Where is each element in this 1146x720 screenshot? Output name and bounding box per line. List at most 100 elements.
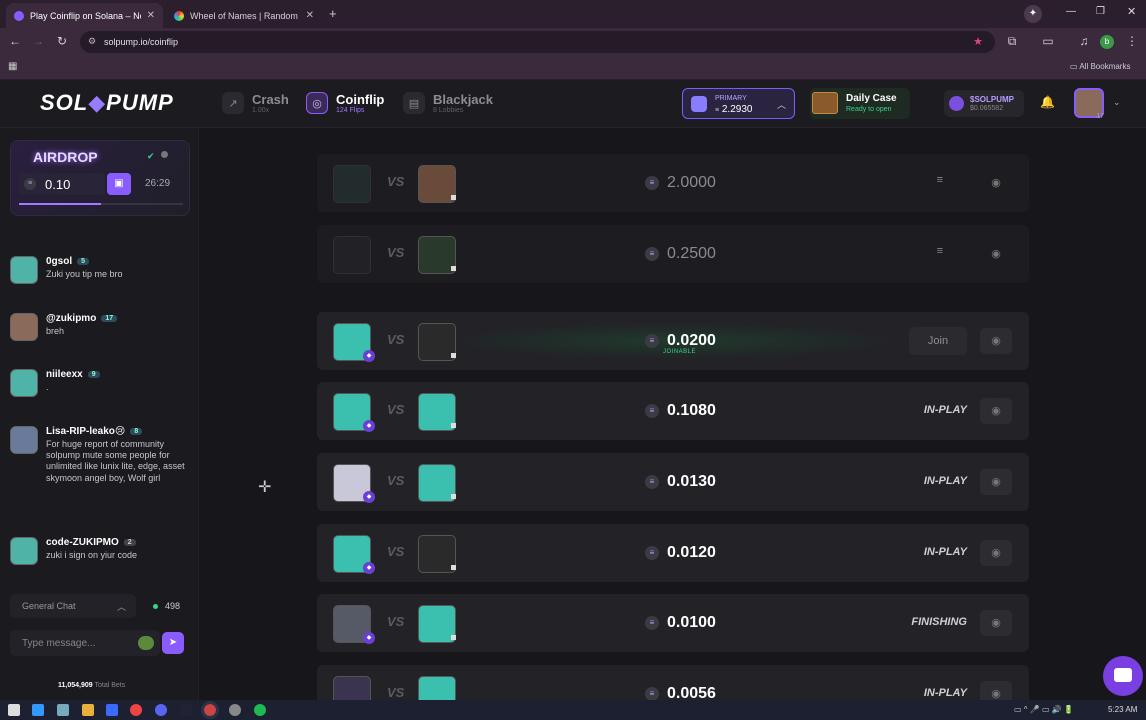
chat-username[interactable]: niileexx [46, 369, 83, 380]
join-button[interactable]: Join [909, 327, 967, 355]
chest-icon [812, 92, 838, 114]
tab-coinflip[interactable]: Play Coinflip on Solana – No KYC ✕ [6, 3, 163, 28]
coinflip-row[interactable]: ◆ VS ≡ 0.0100 FINISHING ◉ [317, 594, 1029, 652]
emoji-icon[interactable] [138, 636, 154, 650]
support-chat-button[interactable] [1103, 656, 1143, 696]
media-icon[interactable]: ♫ [1076, 34, 1092, 48]
steam-icon[interactable] [180, 704, 192, 716]
all-bookmarks[interactable]: ▭ All Bookmarks [1070, 62, 1130, 71]
clock[interactable]: 5:23 AM [1108, 705, 1137, 714]
avatar[interactable] [10, 426, 38, 454]
nav-crash-sub: 1.00x [252, 107, 270, 114]
all-bookmarks-label: All Bookmarks [1079, 62, 1131, 71]
avatar[interactable] [10, 256, 38, 284]
avatar[interactable] [10, 537, 38, 565]
chevron-down-icon[interactable]: ⌄ [1113, 97, 1121, 108]
url-field[interactable]: ⚙ solpump.io/coinflip ★ [80, 31, 995, 53]
view-flip-button[interactable]: ◉ [980, 328, 1012, 354]
sparkle-icon[interactable]: ✦ [1024, 5, 1042, 23]
chat-username[interactable]: @zukipmo [46, 313, 96, 324]
daily-case-button[interactable]: Daily Case Ready to open [810, 88, 910, 119]
player-two-avatar[interactable] [418, 676, 456, 700]
chat-channel-select[interactable]: General Chat ︿ [10, 594, 136, 618]
view-flip-button[interactable]: ◉ [980, 681, 1012, 700]
chrome-active-icon[interactable] [201, 701, 219, 719]
spotify-icon[interactable] [254, 704, 266, 716]
cast-icon[interactable]: ▭ [1040, 34, 1056, 48]
windows-start-icon[interactable] [32, 704, 44, 716]
site-info-icon[interactable]: ⚙ [88, 36, 96, 47]
chevron-up-icon: ︿ [776, 100, 786, 110]
close-tab-icon[interactable]: ✕ [147, 10, 155, 21]
coinflip-row[interactable]: ◆ VS ≡ 0.0130 IN-PLAY ◉ [317, 453, 1029, 511]
coinflip-row[interactable]: ◆VS≡0.0056IN-PLAY◉ [317, 665, 1029, 700]
menu-dots-icon[interactable]: ⋮ [1124, 34, 1140, 48]
nav-coinflip[interactable]: ◎ Coinflip 124 Flips [306, 92, 384, 114]
player-one-avatar[interactable] [333, 165, 371, 203]
wallet-selector[interactable]: PRIMARY ≡ 2.2930 ︿ [682, 88, 795, 119]
view-flip-button[interactable]: ◉ [980, 398, 1012, 424]
chat-username[interactable]: Lisa-RIP-leako😢 [46, 426, 125, 437]
apps-grid-icon[interactable]: ▦ [8, 61, 17, 72]
avatar[interactable] [10, 369, 38, 397]
coinflip-row[interactable]: VS ≡ 0.2500 ≡ ◉ [317, 225, 1029, 283]
tab-title: Wheel of Names | Random name picker [190, 10, 300, 21]
nav-blackjack-sub: 8 Lobbies [433, 107, 464, 114]
info-icon[interactable] [161, 151, 168, 158]
search-icon[interactable] [8, 704, 20, 716]
profile-avatar[interactable]: b [1100, 35, 1114, 49]
edge-icon[interactable] [106, 704, 118, 716]
chat-username[interactable]: 0gsol [46, 256, 72, 267]
chat-username[interactable]: code-ZUKIPMO [46, 537, 119, 548]
airdrop-claim-button[interactable]: ▣ [107, 173, 131, 195]
player-one-avatar[interactable] [333, 236, 371, 274]
restore-icon[interactable]: ❐ [1096, 6, 1105, 17]
view-flip-button[interactable]: ◉ [980, 469, 1012, 495]
coinflip-row[interactable]: ◆ VS ≡ 0.0120 IN-PLAY ◉ [317, 524, 1029, 582]
view-flip-button[interactable]: ◉ [980, 170, 1012, 196]
wager-amount: 2.0000 [667, 174, 716, 191]
player-one-avatar[interactable] [333, 676, 371, 700]
file-explorer-icon[interactable] [82, 704, 94, 716]
bell-icon[interactable]: 🔔 [1040, 95, 1055, 109]
new-tab-icon[interactable]: + [329, 6, 337, 21]
nav-crash[interactable]: ↗ Crash 1.00x [222, 92, 289, 114]
token-price-value: $0.065582 [970, 105, 1004, 112]
user-avatar[interactable]: 17 [1074, 88, 1104, 120]
wager-amount: 0.0130 [667, 473, 716, 490]
token-symbol: $SOLPUMP [970, 95, 1015, 104]
chat-message-input[interactable]: Type message... [10, 630, 160, 656]
coinflip-row[interactable]: ◆ VS ≡ 0.1080 IN-PLAY ◉ [317, 382, 1029, 440]
system-tray-icons[interactable]: ▭ ^ 🎤 ▭ 🔊 🔋 [1014, 705, 1074, 714]
close-window-icon[interactable]: ✕ [1127, 5, 1136, 18]
nav-blackjack[interactable]: ▤ Blackjack 8 Lobbies [403, 92, 493, 114]
view-flip-button[interactable]: ◉ [980, 540, 1012, 566]
solpump-logo[interactable]: SOL◆PUMP [40, 90, 174, 116]
chrome-icon[interactable] [130, 704, 142, 716]
token-price[interactable]: $SOLPUMP $0.065582 [944, 90, 1024, 117]
coinflip-row[interactable]: VS ≡ 2.0000 ≡ ◉ [317, 154, 1029, 212]
avatar[interactable] [10, 313, 38, 341]
discord-icon[interactable] [155, 704, 167, 716]
list-menu-icon[interactable]: ≡ [937, 174, 943, 186]
airdrop-progress-fill [19, 203, 101, 205]
tab-wheel-of-names[interactable]: Wheel of Names | Random name picker ✕ [166, 3, 322, 28]
wheel-favicon-icon [174, 10, 184, 21]
forward-icon[interactable]: → [30, 34, 46, 48]
coin-side-badge-icon: ◆ [363, 491, 375, 503]
send-message-button[interactable]: ➤ [162, 632, 184, 654]
reload-icon[interactable]: ↻ [54, 34, 70, 48]
coinflip-row[interactable]: ◆ VS ≡ 0.0200 JOINABLE Join ◉ [317, 312, 1029, 370]
list-menu-icon[interactable]: ≡ [937, 245, 943, 257]
back-icon[interactable]: ← [7, 34, 23, 48]
bookmark-star-icon[interactable]: ★ [973, 35, 983, 48]
view-flip-button[interactable]: ◉ [980, 241, 1012, 267]
view-flip-button[interactable]: ◉ [980, 610, 1012, 636]
task-view-icon[interactable] [57, 704, 69, 716]
logo-pump-text: PUMP [106, 90, 174, 115]
logo-rocket-icon: ◆ [88, 90, 107, 115]
extensions-icon[interactable]: ⧉ [1004, 34, 1020, 49]
close-tab-icon[interactable]: ✕ [306, 10, 314, 21]
minimize-icon[interactable]: — [1066, 6, 1076, 17]
app-icon[interactable] [229, 704, 241, 716]
